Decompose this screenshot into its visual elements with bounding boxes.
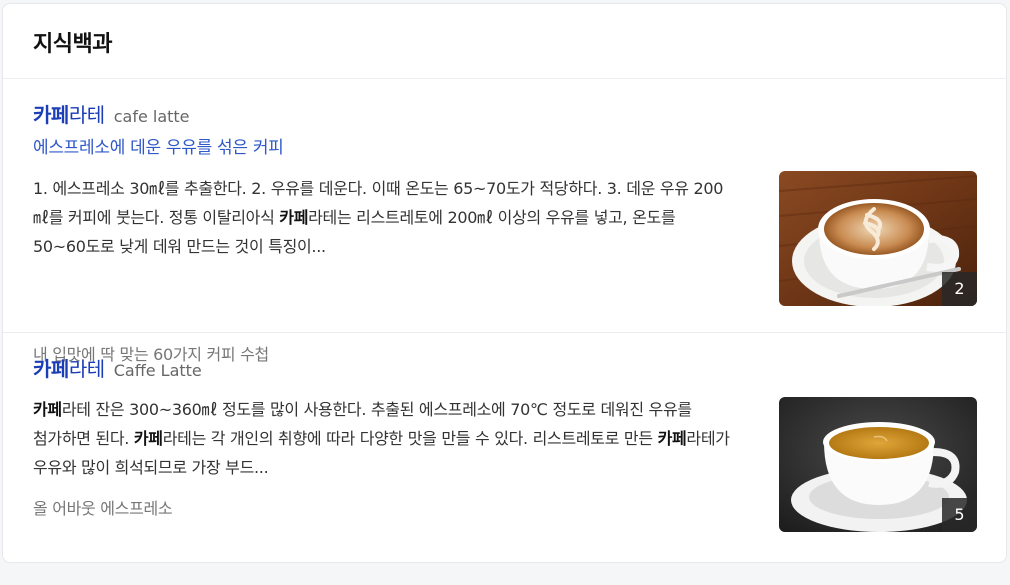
- list-item: 카페라테 cafe latte 에스프레소에 데운 우유를 섞은 커피 1. 에…: [3, 79, 1006, 364]
- title-english: cafe latte: [113, 107, 190, 126]
- title-rest: 라테: [68, 103, 105, 127]
- latte-art-thumbnail[interactable]: 2: [779, 171, 977, 306]
- title-highlight: 카페: [33, 357, 69, 381]
- section-title: 지식백과: [33, 32, 112, 57]
- title-rest: 라테: [68, 357, 105, 381]
- title-highlight: 카페: [33, 103, 69, 127]
- coffee-cup-thumbnail[interactable]: 5: [779, 397, 977, 532]
- title-english: Caffe Latte: [113, 361, 202, 380]
- card-header: 지식백과: [3, 4, 1006, 79]
- image-count-badge: 5: [942, 498, 977, 532]
- item-title-link[interactable]: 카페라테: [33, 103, 105, 127]
- body-keyword: 카페: [279, 208, 309, 227]
- body-keyword: 카페: [33, 400, 62, 419]
- item-source[interactable]: 올 어바웃 에스프레소: [33, 495, 173, 519]
- body-keyword: 카페: [133, 429, 163, 448]
- encyclopedia-card: 지식백과 카페라테 cafe latte 에스프레소에 데운 우유를 섞은 커피…: [2, 3, 1007, 563]
- item-body[interactable]: 카페라테 잔은 300~360㎖ 정도를 많이 사용한다. 추출된 에스프레소에…: [33, 395, 738, 482]
- item-title-link[interactable]: 카페라테: [33, 357, 105, 381]
- list-item: 카페라테 Caffe Latte 카페라테 잔은 300~360㎖ 정도를 많이…: [3, 332, 1006, 585]
- item-title-row: 카페라테 cafe latte: [33, 101, 1006, 129]
- item-description-link[interactable]: 에스프레소에 데운 우유를 섞은 커피: [33, 133, 1006, 158]
- item-body[interactable]: 1. 에스프레소 30㎖를 추출한다. 2. 우유를 데운다. 이때 온도는 6…: [33, 174, 738, 261]
- body-text: 라테는 각 개인의 취향에 따라 다양한 맛을 만들 수 있다. 리스트레토로 …: [162, 429, 658, 448]
- image-count-badge: 2: [942, 272, 977, 306]
- body-keyword: 카페: [657, 429, 687, 448]
- item-title-row: 카페라테 Caffe Latte: [33, 355, 1006, 383]
